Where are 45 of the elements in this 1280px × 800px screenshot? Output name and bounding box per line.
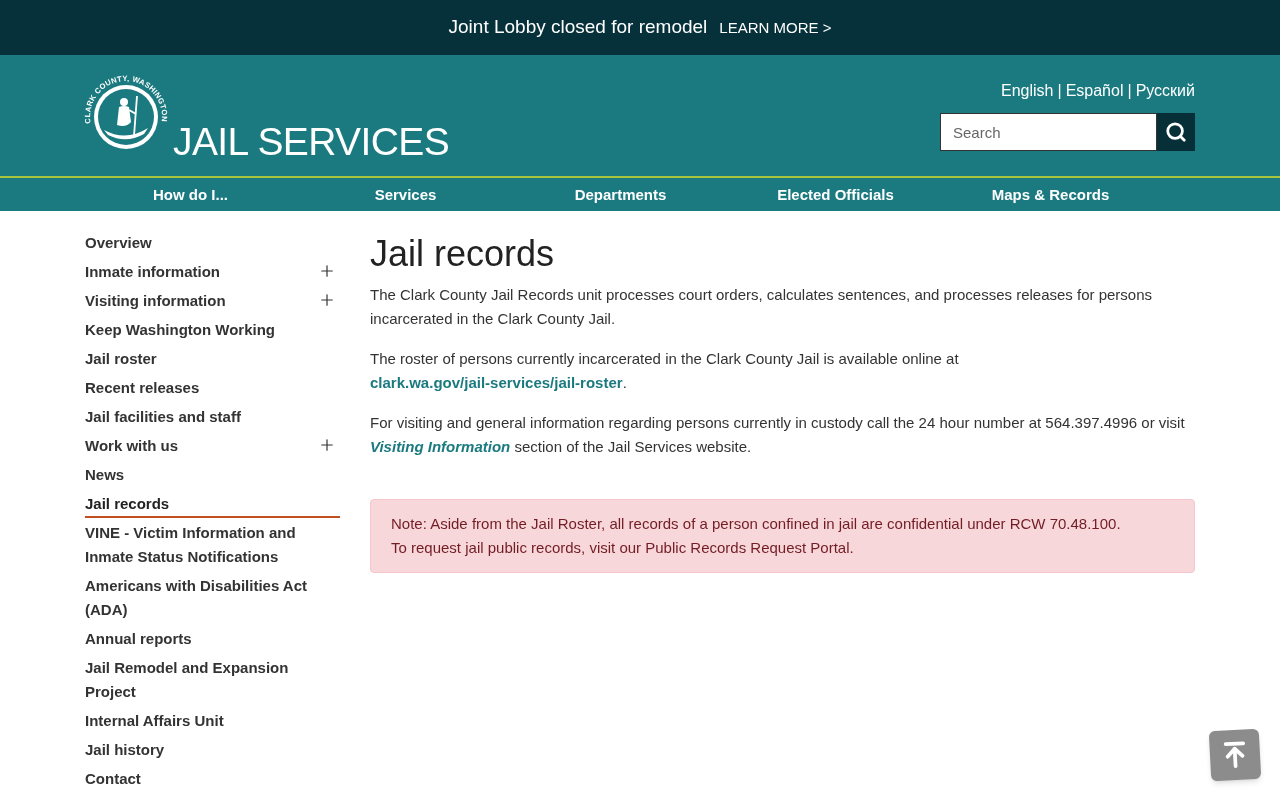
search-button[interactable] xyxy=(1157,113,1195,151)
search-icon xyxy=(1165,121,1187,143)
plus-icon[interactable] xyxy=(318,291,336,309)
paragraph: The Clark County Jail Records unit processes court orders, calculates sentences, and processes releases for persons incarcerated in the Clark County Jail. xyxy=(370,285,1154,329)
paragraph: The roster of persons currently incarcerated in the Clark County Jail is available online at clark.wa.gov/jail-services/jail-roster. xyxy=(370,349,960,393)
sidebar-link[interactable]: Contact xyxy=(85,764,141,793)
page-heading: Jail records xyxy=(370,234,556,274)
paragraph: For visiting and general information regarding persons currently in custody call the 24 hour number at 564.397.4996 or visit Visiting Information section of the Jail Services website. xyxy=(370,413,1186,457)
nav-link[interactable]: Services xyxy=(374,184,437,205)
sidebar-link[interactable]: Recent releases xyxy=(85,373,200,402)
learn-more-link[interactable]: LEARN MORE > xyxy=(719,17,832,40)
plus-icon[interactable] xyxy=(318,436,336,454)
language-separator: | xyxy=(1057,81,1062,101)
sidebar-link[interactable]: Visiting information xyxy=(85,286,226,315)
nav-link[interactable]: How do I... xyxy=(153,184,228,205)
back-to-top-button[interactable] xyxy=(1208,728,1262,782)
alert-text: Note: Aside from the Jail Roster, all records of a person confined in jail are confidential under RCW 70.48.100. xyxy=(391,514,1122,534)
language-link[interactable]: Русский xyxy=(1135,81,1195,101)
announcement-text: Joint Lobby closed for remodel xyxy=(448,15,708,40)
plus-icon[interactable] xyxy=(318,262,336,280)
nav-link[interactable]: Departments xyxy=(574,184,667,205)
site-title: JAIL SERVICES xyxy=(173,122,450,161)
alert-text: To request jail public records, visit our Public Records Request Portal. xyxy=(391,538,855,558)
sidebar-link[interactable]: Jail records xyxy=(85,489,340,518)
sidebar-link[interactable]: Jail roster xyxy=(85,344,157,373)
nav-link[interactable]: Maps & Records xyxy=(991,184,1110,205)
sidebar-link[interactable]: Jail history xyxy=(85,735,165,764)
language-separator: | xyxy=(1127,81,1132,101)
search-field[interactable]: Search xyxy=(940,113,1157,151)
sidebar-link[interactable]: Work with us xyxy=(85,431,179,460)
sidebar-link[interactable]: Annual reports xyxy=(85,624,192,653)
nav-link[interactable]: Elected Officials xyxy=(777,184,894,205)
sidebar-link[interactable]: Americans with Disabilities Act (ADA) xyxy=(85,571,340,624)
sidebar-link[interactable]: VINE - Victim Information and Inmate Status Notifications xyxy=(85,518,340,571)
language-link[interactable]: English xyxy=(1001,81,1054,101)
link[interactable]: Visiting Information xyxy=(370,438,511,455)
sidebar-link[interactable]: Internal Affairs Unit xyxy=(85,706,224,735)
sidebar-link[interactable]: Overview xyxy=(85,228,152,257)
language-link[interactable]: Español xyxy=(1065,81,1124,101)
sidebar-link[interactable]: Jail facilities and staff xyxy=(85,402,241,431)
link[interactable]: clark.wa.gov/jail-services/jail-roster xyxy=(370,374,623,391)
sidebar-link[interactable]: Keep Washington Working xyxy=(85,315,275,344)
sidebar-link[interactable]: Jail Remodel and Expansion Project xyxy=(85,653,340,706)
sidebar-link[interactable]: News xyxy=(85,460,125,489)
sidebar-link[interactable]: Inmate information xyxy=(85,257,220,286)
